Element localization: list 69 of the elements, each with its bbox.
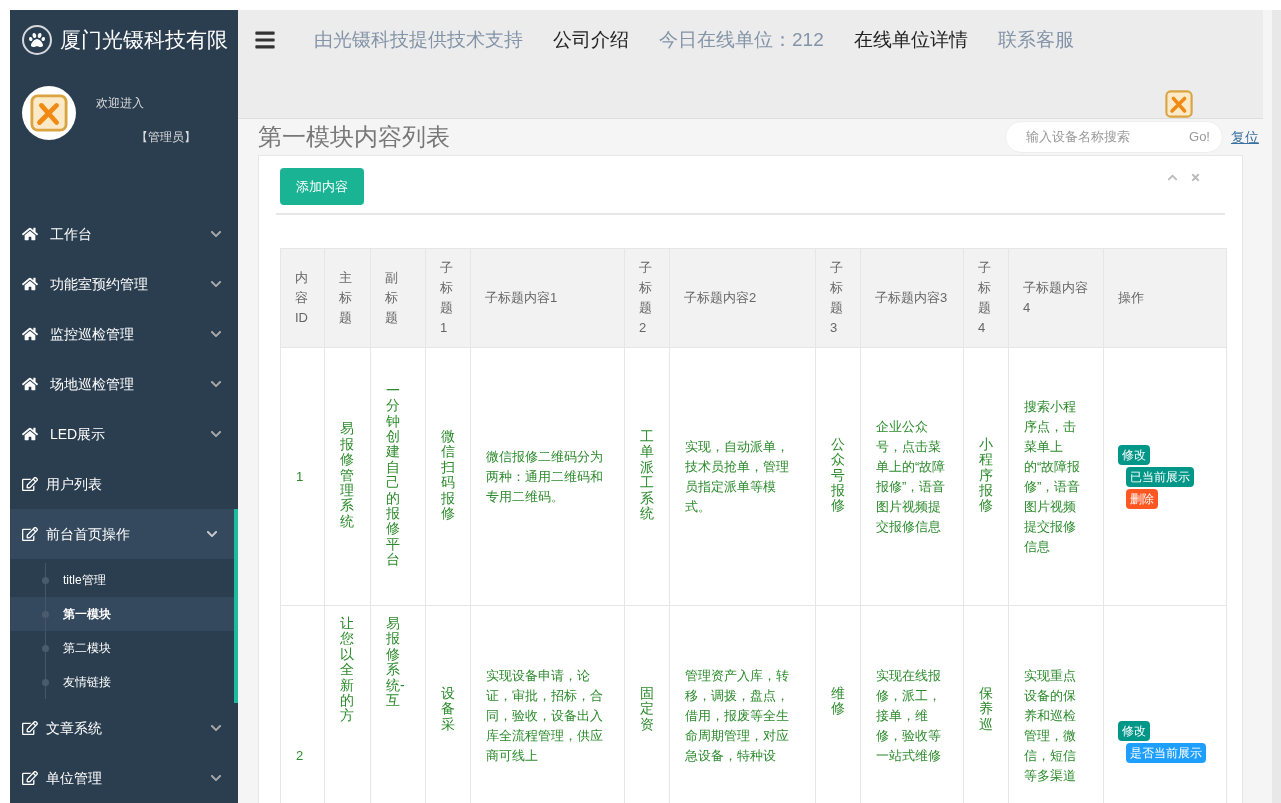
chevron-down-icon xyxy=(210,328,222,340)
sidebar-item[interactable]: 前台首页操作 xyxy=(10,509,238,559)
column-header: 子标题2 xyxy=(624,248,670,348)
table-cell: 一分钟创建自己的报修平台 xyxy=(370,347,426,606)
chevron-down-icon xyxy=(206,528,218,540)
column-header: 子标题1 xyxy=(425,248,471,348)
chevron-down-icon xyxy=(210,378,222,390)
column-header: 操作 xyxy=(1103,248,1227,348)
chevron-down-icon xyxy=(210,278,222,290)
page-title: 第一模块内容列表 xyxy=(258,122,450,152)
table-cell: 企业公众号，点击菜单上的“故障报修”，语音图片视频提交报修信息 xyxy=(860,347,964,606)
sidebar-item[interactable]: 文章系统 xyxy=(10,703,238,753)
column-header: 子标题3 xyxy=(815,248,861,348)
table-cell: 易报修管理系统 xyxy=(324,347,371,606)
edit-icon xyxy=(22,526,38,542)
brand-name: 厦门光镊科技有限 xyxy=(60,27,228,54)
edit-icon xyxy=(22,770,38,786)
sidebar-item[interactable]: 单位管理 xyxy=(10,753,238,803)
table-cell: 小程序报修 xyxy=(963,347,1009,606)
table-cell: 公众号报修 xyxy=(815,347,861,606)
paw-logo-icon xyxy=(22,24,52,55)
table-cell: 微信扫码报修 xyxy=(425,347,471,606)
column-header: 子标题内容1 xyxy=(470,248,625,348)
table-cell: 微信报修二维码分为两种：通用二维码和专用二维码。 xyxy=(470,347,625,606)
table-cell: 实现，自动派单，技术员抢单，管理员指定派单等模式。 xyxy=(669,347,816,606)
table-cell: 搜索小程序点，击菜单上的“故障报修”，语音图片视频提交报修信息 xyxy=(1008,347,1104,606)
action-button[interactable]: 已当前展示 xyxy=(1126,466,1194,487)
column-header: 子标题内容3 xyxy=(860,248,964,348)
submenu-item[interactable]: 第二模块 xyxy=(10,631,234,665)
close-icon[interactable] xyxy=(1190,172,1201,183)
home-icon xyxy=(22,276,38,292)
menu-icon[interactable] xyxy=(254,29,276,51)
chevron-down-icon xyxy=(210,228,222,240)
collapse-icon[interactable] xyxy=(1167,172,1178,183)
action-button[interactable]: 修改 xyxy=(1118,721,1150,741)
sidebar-item[interactable]: 工作台 xyxy=(10,209,238,259)
sidebar-item[interactable]: 用户列表 xyxy=(10,459,238,509)
user-role: 【管理员】 xyxy=(135,128,196,146)
sidebar-item[interactable]: 监控巡检管理 xyxy=(10,309,238,359)
column-header: 子标题内容4 xyxy=(1008,248,1104,348)
edit-icon xyxy=(22,476,38,492)
sidebar-item[interactable]: LED展示 xyxy=(10,409,238,459)
reset-link[interactable]: 复位 xyxy=(1231,126,1259,148)
home-icon xyxy=(22,376,38,392)
column-header: 子标题4 xyxy=(963,248,1009,348)
table-cell: 2 xyxy=(280,605,325,803)
chevron-down-icon xyxy=(210,428,222,440)
nav-link[interactable]: 公司介绍 xyxy=(553,25,629,55)
nav-link[interactable]: 在线单位详情 xyxy=(853,25,968,55)
home-icon xyxy=(22,226,38,242)
submenu-item[interactable]: title管理 xyxy=(10,563,234,597)
home-icon xyxy=(22,426,38,442)
home-icon xyxy=(22,326,38,342)
sidebar-item[interactable]: 功能室预约管理 xyxy=(10,259,238,309)
column-header: 内容ID xyxy=(280,248,325,348)
sidebar-item[interactable]: 场地巡检管理 xyxy=(10,359,238,409)
action-button[interactable]: 修改 xyxy=(1118,444,1150,465)
table-cell: 1 xyxy=(280,347,325,606)
column-header: 子标题内容2 xyxy=(669,248,816,348)
user-avatar-icon xyxy=(1165,90,1193,118)
table-cell: 工单派工系统 xyxy=(624,347,670,606)
submenu-item[interactable]: 友情链接 xyxy=(10,665,234,699)
column-header: 主标题 xyxy=(324,248,371,348)
welcome-text: 欢迎进入 xyxy=(96,94,145,112)
chevron-down-icon xyxy=(210,722,222,734)
edit-icon xyxy=(22,720,38,736)
column-header: 副标题 xyxy=(370,248,426,348)
chevron-down-icon xyxy=(210,772,222,784)
submenu-item[interactable]: 第一模块 xyxy=(10,597,234,631)
